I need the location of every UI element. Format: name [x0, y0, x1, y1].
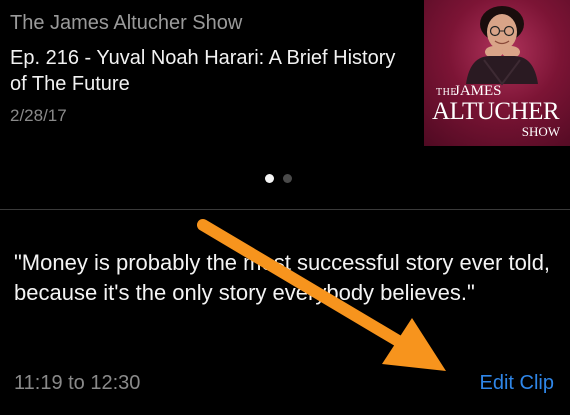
- episode-date: 2/28/17: [10, 106, 67, 125]
- clip-time-range: 11:19 to 12:30: [14, 372, 141, 394]
- podcast-artwork: THE JAMES ALTUCHER SHOW: [424, 0, 570, 146]
- page-dot[interactable]: [283, 174, 292, 183]
- clip-transcript-quote: "Money is probably the most successful s…: [14, 250, 551, 305]
- show-title[interactable]: The James Altucher Show: [10, 12, 242, 35]
- clip-sharing-screen: The James Altucher Show Ep. 216 - Yuval …: [0, 0, 570, 415]
- artwork-text-altucher: ALTUCHER: [432, 98, 560, 125]
- episode-title: Ep. 216 - Yuval Noah Harari: A Brief His…: [10, 47, 396, 95]
- artwork-text-show: SHOW: [521, 124, 560, 139]
- page-dot-active[interactable]: [265, 174, 274, 183]
- page-indicator[interactable]: [265, 174, 292, 183]
- section-divider: [0, 209, 570, 210]
- edit-clip-button[interactable]: Edit Clip: [480, 372, 554, 395]
